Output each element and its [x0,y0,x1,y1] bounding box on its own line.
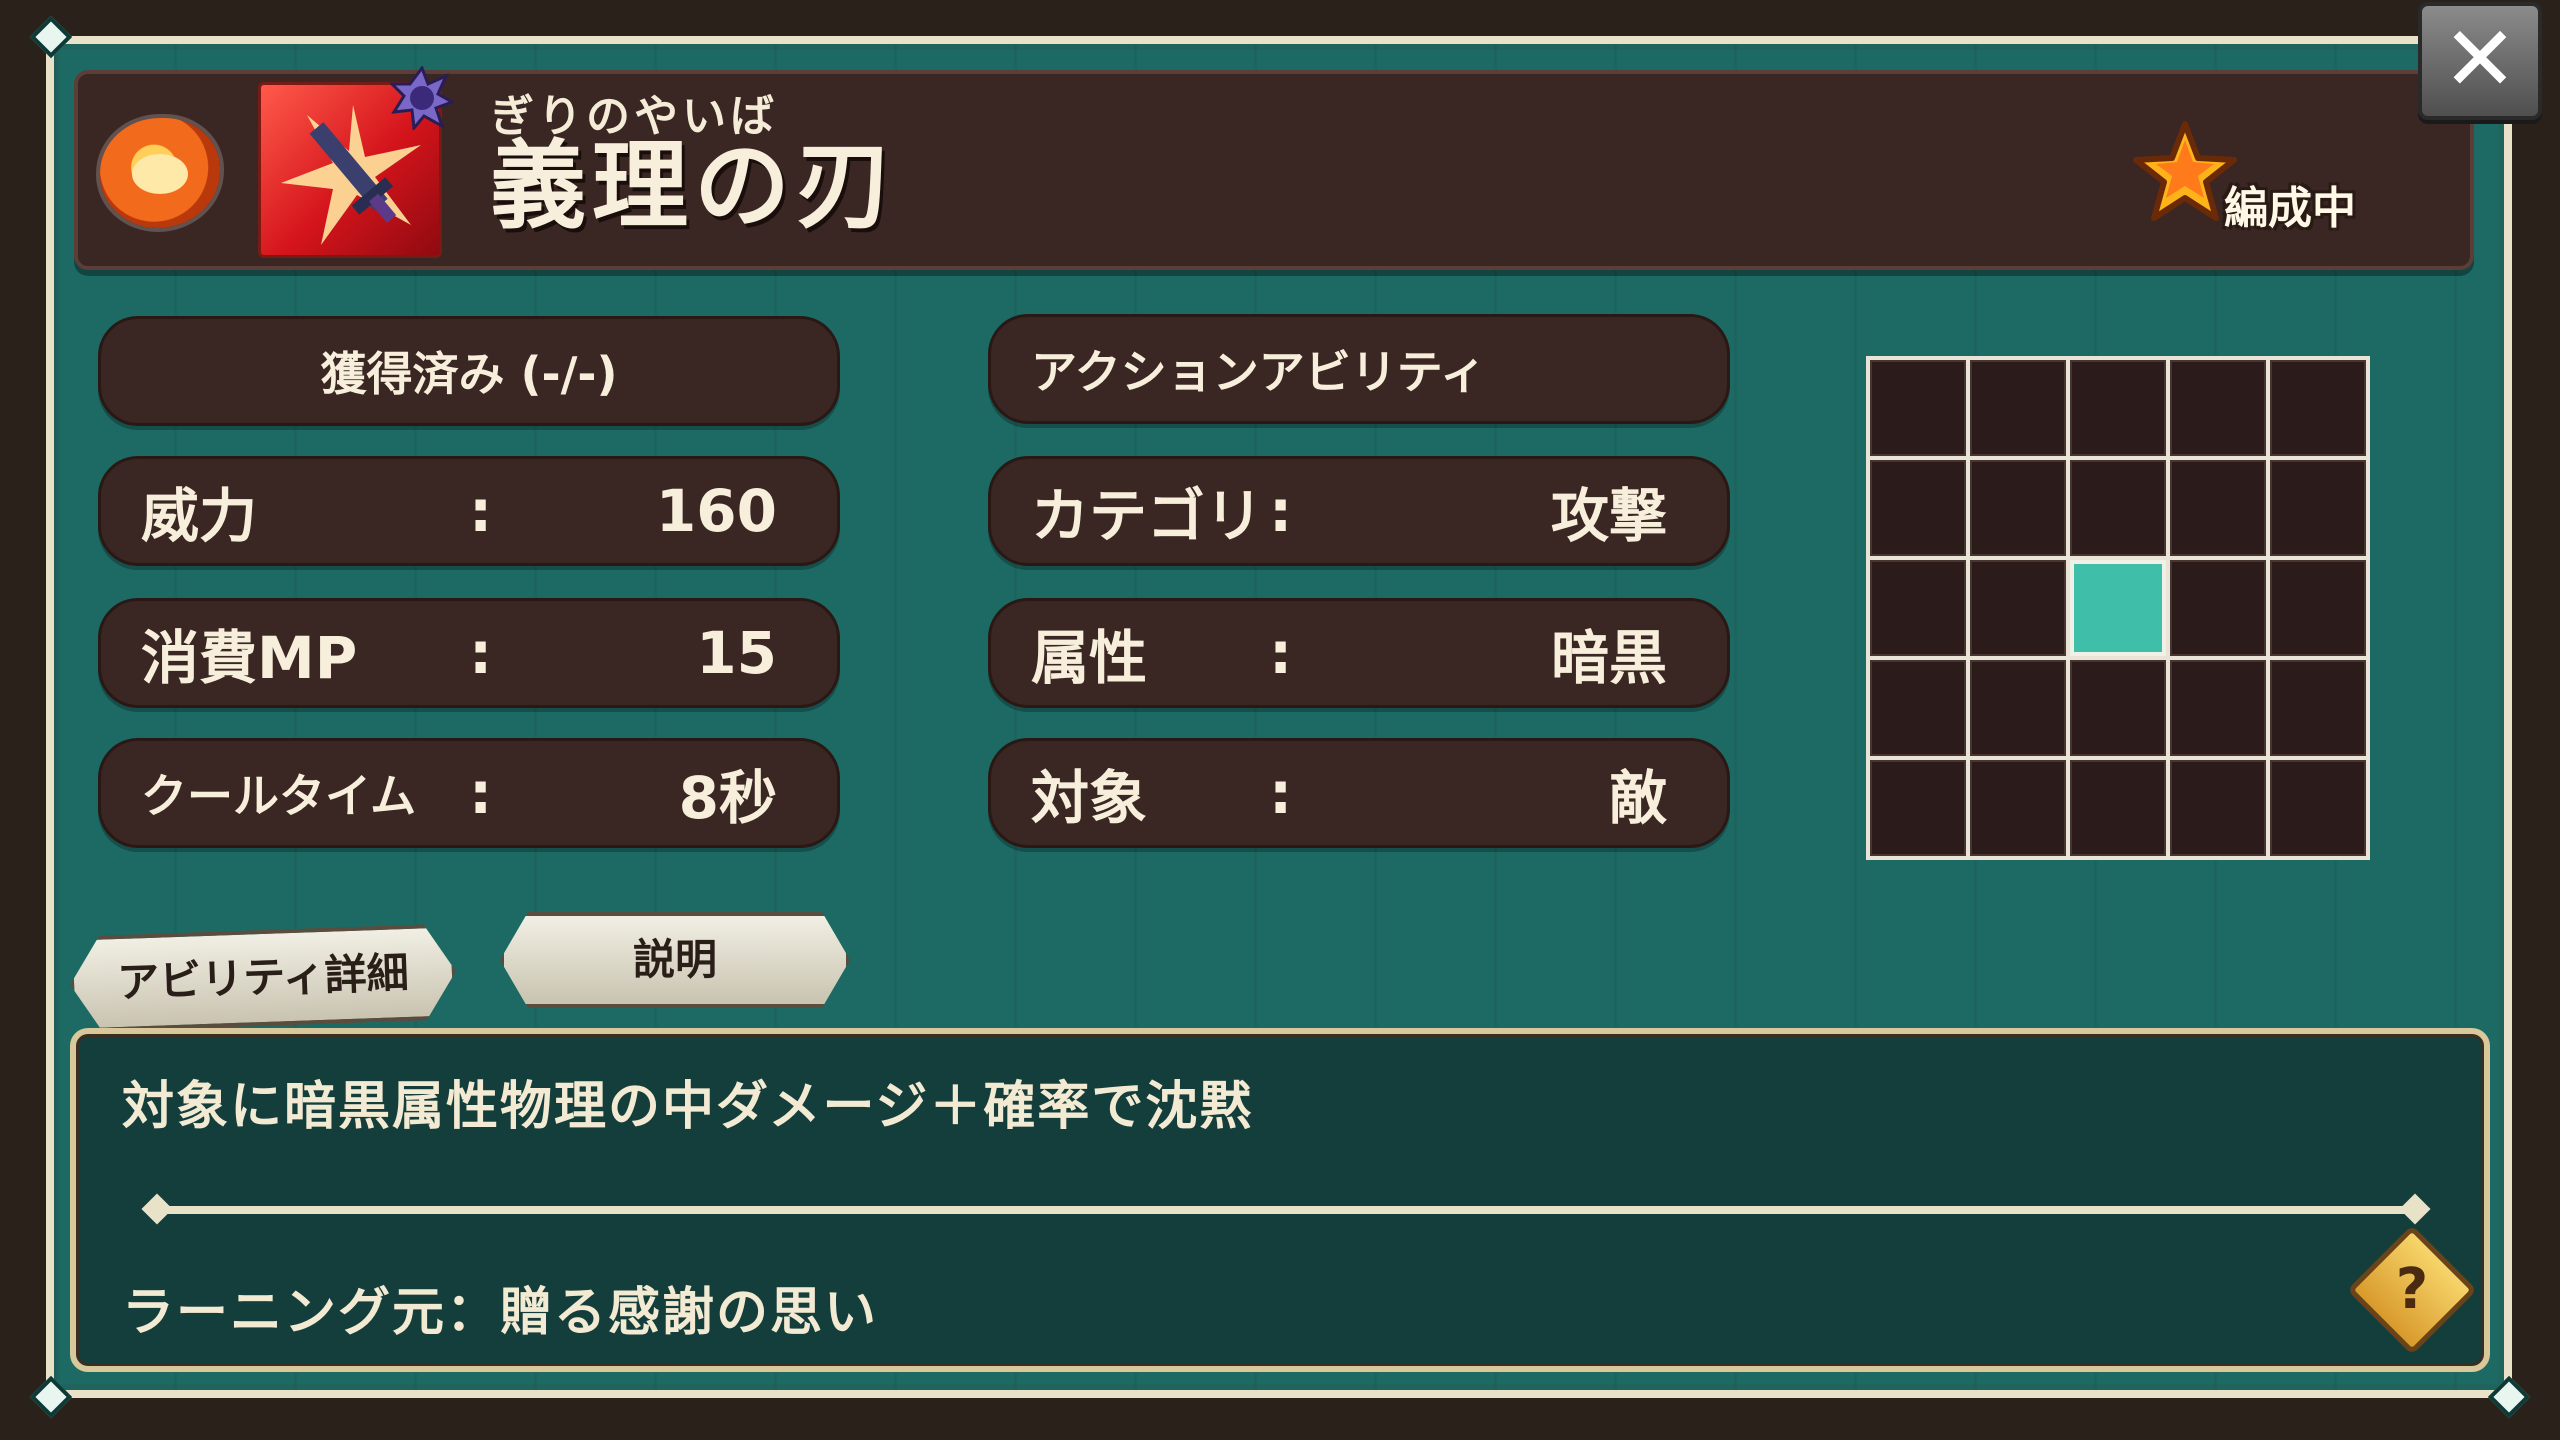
colon: : [469,477,493,545]
ability-title: 義理の刃 [490,130,898,242]
range-cell [1870,360,1966,456]
range-cell [1870,560,1966,656]
ability-type: アクションアビリティ [988,314,1730,424]
cooldown-label: クールタイム [141,769,417,823]
range-cell [2070,460,2166,556]
attribute-value: 暗黒 [1550,624,1667,692]
category-stat: カテゴリ : 攻撃 [988,456,1730,566]
close-button[interactable]: ✕ [2418,2,2542,120]
range-cell [1870,660,1966,756]
learning-source: ラーニング元：贈る感謝の思い [122,1283,879,1343]
range-cell [2170,560,2266,656]
range-cell [2170,660,2266,756]
acquired-status: 獲得済み (-/-) [98,316,840,426]
range-cell [1970,660,2066,756]
acquired-label: 獲得済み (-/-) [320,347,618,401]
power-value: 160 [655,477,777,545]
game-screen: ぎりのやいば 義理の刃 編成中 ✕ 獲得済み (-/-) 威力 : 160 消費… [0,0,2560,1440]
range-cell [2070,760,2166,856]
range-cell [2270,360,2366,456]
range-cell [2070,660,2166,756]
target-stat: 対象 : 敵 [988,738,1730,848]
divider [156,1206,2416,1214]
range-cell-active [2070,560,2166,656]
range-cell [1870,460,1966,556]
range-cell [2170,760,2266,856]
ability-detail-tab[interactable]: アビリティ詳細 [68,923,457,1032]
equipped-status-label: 編成中 [2224,183,2356,234]
ability-description: 対象に暗黒属性物理の中ダメージ＋確率で沈黙 [122,1077,1254,1137]
ability-detail-label: アビリティ詳細 [116,947,410,1008]
colon: : [1269,477,1293,545]
mp-value: 15 [696,619,777,687]
question-icon: ? [2395,1257,2429,1322]
colon: : [469,619,493,687]
range-cell [2070,360,2166,456]
target-label: 対象 [1031,764,1148,832]
range-cell [2270,760,2366,856]
colon: : [1269,759,1293,827]
help-button[interactable]: ? [2346,1224,2478,1356]
attribute-label: 属性 [1031,624,1148,692]
attribute-stat: 属性 : 暗黒 [988,598,1730,708]
description-tab[interactable]: 説明 [500,912,850,1008]
attack-range-grid [1866,356,2370,860]
ability-type-label: アクションアビリティ [1031,345,1486,399]
power-stat: 威力 : 160 [98,456,840,566]
mp-label: 消費MP [141,624,358,692]
range-cell [1870,760,1966,856]
range-cell [2170,360,2266,456]
range-cell [2270,660,2366,756]
category-label: カテゴリ [1031,482,1264,550]
range-cell [1970,560,2066,656]
range-cell [2170,460,2266,556]
mp-stat: 消費MP : 15 [98,598,840,708]
description-label: 説明 [632,935,717,984]
range-cell [2270,560,2366,656]
colon: : [1269,619,1293,687]
category-value: 攻撃 [1550,482,1667,550]
dark-element-icon [388,64,456,132]
cooldown-value: 8秒 [678,764,777,832]
range-cell [2270,460,2366,556]
description-box: 対象に暗黒属性物理の中ダメージ＋確率で沈黙 ラーニング元：贈る感謝の思い ? [70,1028,2490,1372]
range-cell [1970,760,2066,856]
range-cell [1970,360,2066,456]
power-label: 威力 [141,482,258,550]
range-cell [1970,460,2066,556]
colon: : [469,759,493,827]
target-value: 敵 [1608,764,1667,832]
cooldown-stat: クールタイム : 8秒 [98,738,840,848]
